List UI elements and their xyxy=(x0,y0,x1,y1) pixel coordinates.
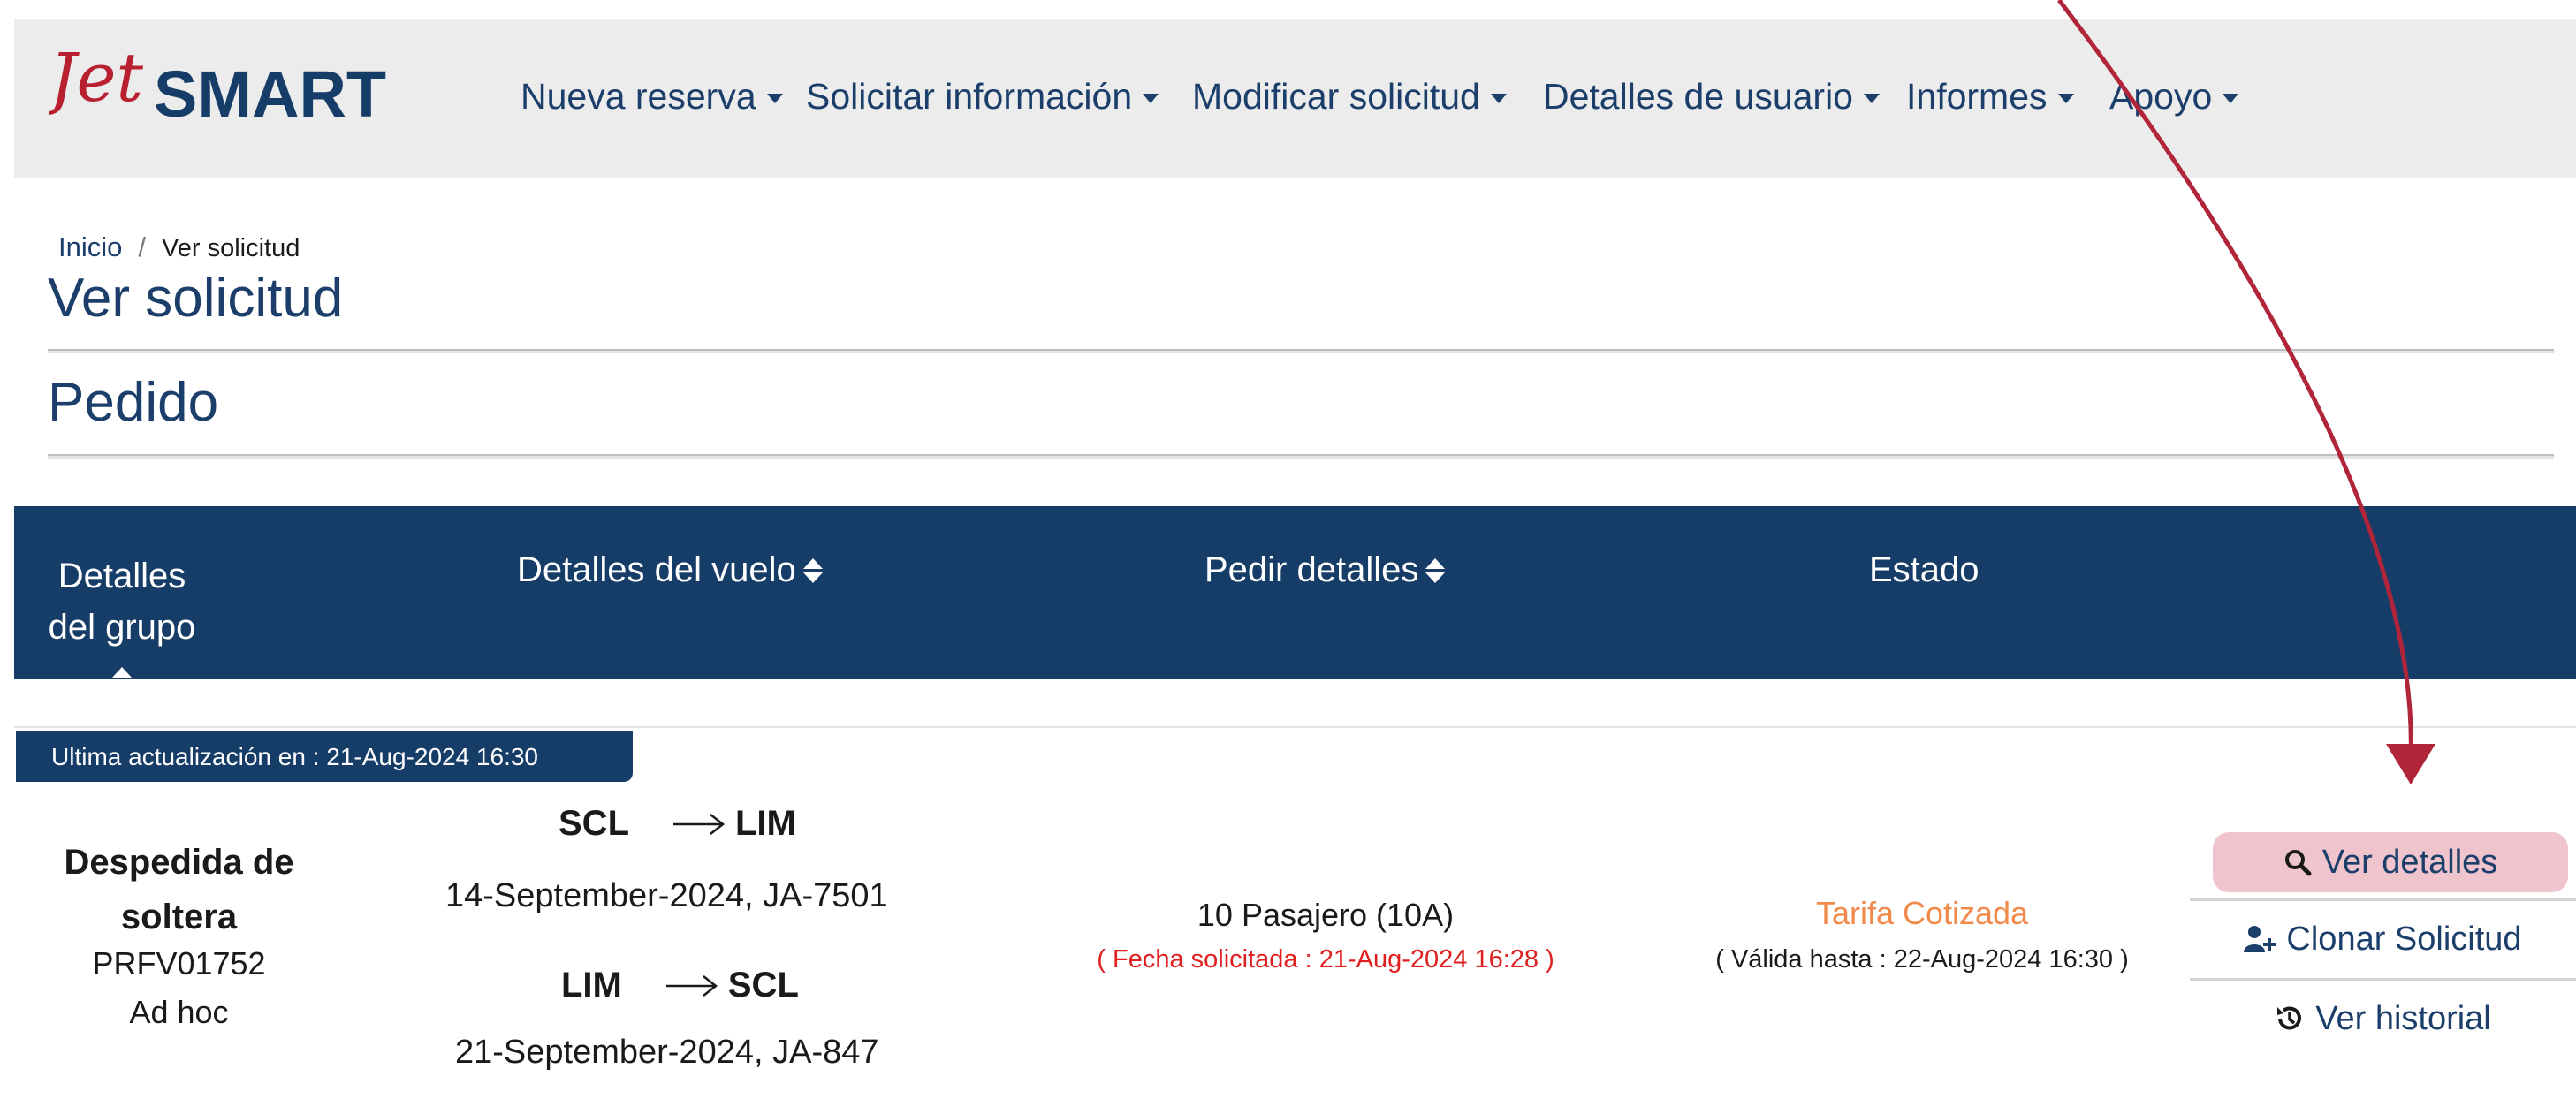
user-plus-icon xyxy=(2244,926,2276,952)
flight-date-1: 14-September-2024, JA-7501 xyxy=(445,877,888,914)
th-detalles-vuelo[interactable]: Detalles del vuelo xyxy=(517,550,823,590)
last-updated-badge: Ultima actualización en : 21-Aug-2024 16… xyxy=(16,731,633,782)
flight-route-1: SCL LIM xyxy=(559,804,796,844)
origin-code: LIM xyxy=(561,966,622,1004)
view-history-button[interactable]: Ver historial xyxy=(2190,982,2576,1055)
nav-detalles-usuario[interactable]: Detalles de usuario xyxy=(1543,76,1880,117)
th-estado: Estado xyxy=(1869,550,1979,590)
clone-request-button[interactable]: Clonar Solicitud xyxy=(2190,903,2576,975)
th-label: Detalles del grupo xyxy=(48,557,196,647)
nav-label: Apoyo xyxy=(2109,76,2213,117)
clone-request-label: Clonar Solicitud xyxy=(2286,920,2522,958)
breadcrumb-home-link[interactable]: Inicio xyxy=(58,231,122,262)
arrow-right-icon xyxy=(673,813,726,835)
history-icon xyxy=(2277,1006,2302,1030)
caret-down-icon xyxy=(1143,94,1159,103)
nav-informes[interactable]: Informes xyxy=(1906,76,2074,117)
view-history-label: Ver historial xyxy=(2315,999,2491,1037)
logo-jet-text: Jet xyxy=(49,38,143,117)
nav-apoyo[interactable]: Apoyo xyxy=(2109,76,2239,117)
requested-date: ( Fecha solicitada : 21-Aug-2024 16:28 ) xyxy=(1097,945,1554,974)
th-label: Estado xyxy=(1869,550,1979,589)
row-top-border xyxy=(14,726,2576,728)
breadcrumb-separator: / xyxy=(138,231,146,262)
view-details-label: Ver detalles xyxy=(2321,843,2498,881)
jetsmart-logo[interactable]: Jet SMART xyxy=(49,37,429,134)
destination-code: LIM xyxy=(735,804,796,843)
sort-icon xyxy=(1425,558,1446,585)
action-divider xyxy=(2190,978,2576,981)
caret-down-icon xyxy=(2223,94,2239,103)
arrow-right-icon xyxy=(665,974,718,997)
action-divider xyxy=(2190,898,2576,901)
origin-code: SCL xyxy=(559,804,629,843)
logo-smart-text: SMART xyxy=(154,57,386,131)
breadcrumb: Inicio / Ver solicitud xyxy=(58,231,300,263)
th-label: Detalles del vuelo xyxy=(517,550,796,589)
th-detalles-grupo[interactable]: Detalles del grupo xyxy=(38,550,206,704)
sort-icon xyxy=(112,667,132,694)
nav-nueva-reserva[interactable]: Nueva reserva xyxy=(521,76,783,117)
nav-modificar-solicitud[interactable]: Modificar solicitud xyxy=(1192,76,1507,117)
caret-down-icon xyxy=(1863,94,1880,103)
th-label: Pedir detalles xyxy=(1204,550,1419,589)
caret-down-icon xyxy=(766,94,783,103)
nav-solicitar-informacion[interactable]: Solicitar información xyxy=(806,76,1159,117)
sort-icon xyxy=(802,558,823,585)
breadcrumb-current: Ver solicitud xyxy=(162,234,300,262)
nav-label: Nueva reserva xyxy=(521,76,756,117)
th-pedir-detalles[interactable]: Pedir detalles xyxy=(1204,550,1446,590)
passenger-count: 10 Pasajero (10A) xyxy=(1197,897,1455,933)
flight-route-2: LIM SCL xyxy=(561,966,799,1005)
table-header: Detalles del grupo Detalles del vuelo Pe… xyxy=(14,506,2576,693)
page-title: Ver solicitud xyxy=(48,268,344,329)
group-type: Ad hoc xyxy=(129,994,229,1030)
nav-label: Detalles de usuario xyxy=(1543,76,1853,117)
flight-date-2: 21-September-2024, JA-847 xyxy=(455,1034,879,1071)
section-title: Pedido xyxy=(48,372,219,433)
nav-label: Modificar solicitud xyxy=(1192,76,1480,117)
nav-label: Solicitar información xyxy=(806,76,1133,117)
section-divider xyxy=(48,454,2554,459)
group-name: Despedida de soltera xyxy=(64,843,294,936)
nav-label: Informes xyxy=(1906,76,2048,117)
valid-until: ( Válida hasta : 22-Aug-2024 16:30 ) xyxy=(1715,945,2129,974)
caret-down-icon xyxy=(1490,94,1507,103)
destination-code: SCL xyxy=(727,966,799,1004)
search-icon xyxy=(2284,850,2312,876)
group-reference: PRFV01752 xyxy=(92,945,266,982)
title-divider xyxy=(48,349,2554,353)
status-label: Tarifa Cotizada xyxy=(1815,895,2029,931)
view-details-button[interactable]: Ver detalles xyxy=(2213,832,2568,892)
caret-down-icon xyxy=(2057,94,2074,103)
